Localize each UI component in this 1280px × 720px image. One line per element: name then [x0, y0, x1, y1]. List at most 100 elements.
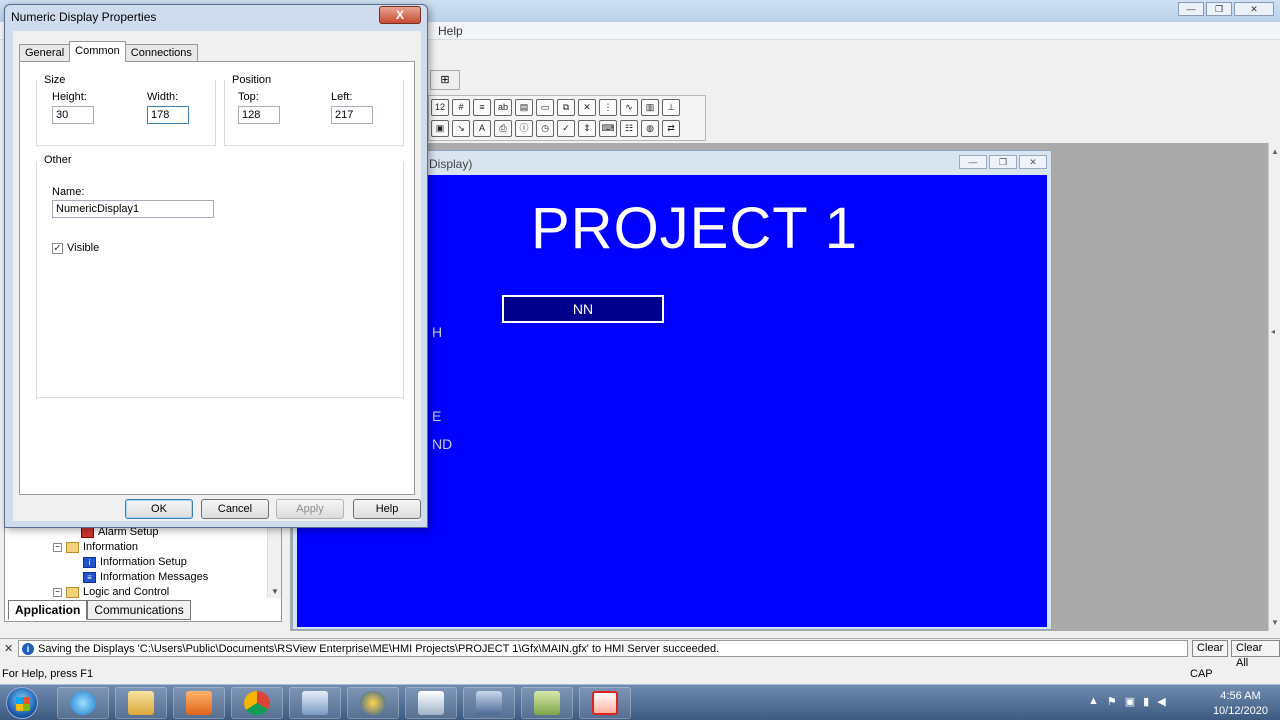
connect-tool-icon[interactable]: ⇄	[662, 120, 680, 137]
dialog-tabs: General Common Connections	[19, 41, 198, 62]
checkmark-icon[interactable]: ✓	[52, 242, 63, 254]
project-heading[interactable]: PROJECT 1	[531, 195, 858, 262]
restore-icon[interactable]: ❐	[1206, 2, 1232, 16]
tab-communications[interactable]: Communications	[87, 600, 191, 620]
close-icon[interactable]: ✕	[1234, 2, 1274, 16]
top-label: Top:	[238, 91, 259, 103]
tab-common[interactable]: Common	[69, 41, 126, 62]
left-field[interactable]	[331, 106, 373, 124]
dialog-title: Numeric Display Properties	[11, 10, 157, 24]
file-explorer-icon[interactable]	[115, 687, 167, 719]
canvas-text-fragment[interactable]: H	[432, 324, 442, 340]
scroll-tool-icon[interactable]: ⇕	[578, 120, 596, 137]
collapse-icon[interactable]: −	[53, 542, 62, 552]
height-field[interactable]	[52, 106, 94, 124]
network-icon[interactable]: ▣	[1125, 695, 1135, 708]
bar-graph-tool-icon[interactable]: ▥	[641, 99, 659, 116]
goto-display-tool-icon[interactable]: ⧉	[557, 99, 575, 116]
tab-application[interactable]: Application	[8, 600, 88, 620]
clock[interactable]: 4:56 AM 10/12/2020	[1213, 689, 1268, 719]
tab-connections[interactable]: Connections	[124, 44, 198, 62]
help-button[interactable]: Help	[353, 499, 421, 519]
messages-icon: ≡	[83, 571, 96, 583]
apply-button[interactable]: Apply	[276, 499, 344, 519]
scroll-down-icon[interactable]: ▼	[1271, 618, 1279, 627]
collapse-icon[interactable]: −	[53, 587, 62, 597]
taskbar: ▲ ⚑ ▣ ▮ ◀ 4:56 AM 10/12/2020	[0, 684, 1280, 720]
gauge-tool-icon[interactable]: ⊥	[662, 99, 680, 116]
objects-toolbar: 12 # ≡ ab ▤ ▭ ⧉ ✕ ⋮ ∿ ▥ ⊥ ▣ ↘ A ⎙ ⓘ ◷ ✓ …	[428, 95, 706, 141]
clear-button[interactable]: Clear	[1192, 640, 1229, 657]
arrow-tool-icon[interactable]: ↘	[452, 120, 470, 137]
workspace-scrollbar[interactable]: ▲ ◂ ▼	[1268, 143, 1280, 631]
numeric-input-tool-icon[interactable]: #	[452, 99, 470, 116]
tree-item-information[interactable]: − Information	[53, 541, 138, 553]
multistate-tool-icon[interactable]: ▤	[515, 99, 533, 116]
volume-icon[interactable]: ◀	[1157, 695, 1165, 708]
factorytalk-icon[interactable]	[463, 687, 515, 719]
canvas-text-fragment[interactable]: ND	[432, 436, 452, 452]
rslinx-icon[interactable]	[347, 687, 399, 719]
tree-item-information-setup[interactable]: i Information Setup	[83, 556, 187, 568]
close-display-tool-icon[interactable]: ✕	[578, 99, 596, 116]
recipe-tool-icon[interactable]: ☷	[620, 120, 638, 137]
folder-icon	[66, 586, 79, 598]
alarm-list-tool-icon[interactable]: ⋮	[599, 99, 617, 116]
string-display-tool-icon[interactable]: ab	[494, 99, 512, 116]
scroll-up-icon[interactable]: ▲	[1271, 147, 1279, 156]
list-indicator-tool-icon[interactable]: ≡	[473, 99, 491, 116]
visible-checkbox[interactable]: ✓ Visible	[52, 242, 99, 254]
explorer-scrollbar[interactable]: ▼	[267, 528, 281, 598]
info-tool-icon[interactable]: ⓘ	[515, 120, 533, 137]
macro-tool-icon[interactable]: A	[473, 120, 491, 137]
button-tool-icon[interactable]: ▭	[536, 99, 554, 116]
show-hidden-icons-icon[interactable]: ▲	[1088, 695, 1099, 708]
ack-tool-icon[interactable]: ✓	[557, 120, 575, 137]
clear-all-button[interactable]: Clear All	[1231, 640, 1280, 669]
signal-icon[interactable]: ▮	[1143, 695, 1149, 708]
key-tool-icon[interactable]: ⌨	[599, 120, 617, 137]
numeric-display-object[interactable]: NN	[502, 295, 664, 323]
internet-explorer-icon[interactable]	[57, 687, 109, 719]
clock-time: 4:56 AM	[1220, 690, 1261, 702]
scroll-down-icon[interactable]: ▼	[271, 587, 279, 596]
chrome-icon[interactable]	[231, 687, 283, 719]
media-player-icon[interactable]	[173, 687, 225, 719]
output-message[interactable]: i Saving the Displays 'C:\Users\Public\D…	[18, 640, 1188, 657]
flag-icon[interactable]: ⚑	[1107, 695, 1117, 708]
pdf-tool-icon[interactable]	[579, 687, 631, 719]
network-tool-icon[interactable]	[405, 687, 457, 719]
numeric-display-properties-dialog[interactable]: Numeric Display Properties X General Com…	[4, 4, 428, 528]
start-button[interactable]	[6, 687, 38, 719]
print-tool-icon[interactable]: ⎙	[494, 120, 512, 137]
scroll-mid-icon[interactable]: ◂	[1271, 327, 1275, 336]
ok-button[interactable]: OK	[125, 499, 193, 519]
trend-tool-icon[interactable]: ∿	[620, 99, 638, 116]
cancel-button[interactable]: Cancel	[201, 499, 269, 519]
green-app-icon[interactable]	[521, 687, 573, 719]
close-icon[interactable]: ✕	[1019, 155, 1047, 169]
close-button[interactable]: X	[379, 6, 421, 24]
image-tool-icon[interactable]: ▣	[431, 120, 449, 137]
restore-icon[interactable]: ❐	[989, 155, 1017, 169]
rsview-studio-icon[interactable]	[289, 687, 341, 719]
minimize-icon[interactable]: —	[1178, 2, 1204, 16]
menu-help[interactable]: Help	[438, 24, 463, 38]
grid-toggle-icon[interactable]: ⊞	[430, 70, 460, 90]
numeric-display-tool-icon[interactable]: 12	[431, 99, 449, 116]
name-field[interactable]	[52, 200, 214, 218]
width-field[interactable]	[147, 106, 189, 124]
canvas-text-fragment[interactable]: E	[432, 408, 441, 424]
minimize-icon[interactable]: —	[959, 155, 987, 169]
windows-logo-icon	[16, 697, 30, 711]
tab-general[interactable]: General	[19, 44, 71, 62]
tree-item-information-messages[interactable]: ≡ Information Messages	[83, 571, 208, 583]
alarm-icon	[81, 526, 94, 538]
other-group	[36, 162, 404, 398]
tree-item-logic-and-control[interactable]: − Logic and Control	[53, 586, 169, 598]
clock-tool-icon[interactable]: ◷	[536, 120, 554, 137]
globe-tool-icon[interactable]: ◍	[641, 120, 659, 137]
top-field[interactable]	[238, 106, 280, 124]
close-icon[interactable]: ✕	[4, 642, 13, 655]
common-tab-page: Size Height: Width: Position Top: Left: …	[19, 61, 415, 495]
